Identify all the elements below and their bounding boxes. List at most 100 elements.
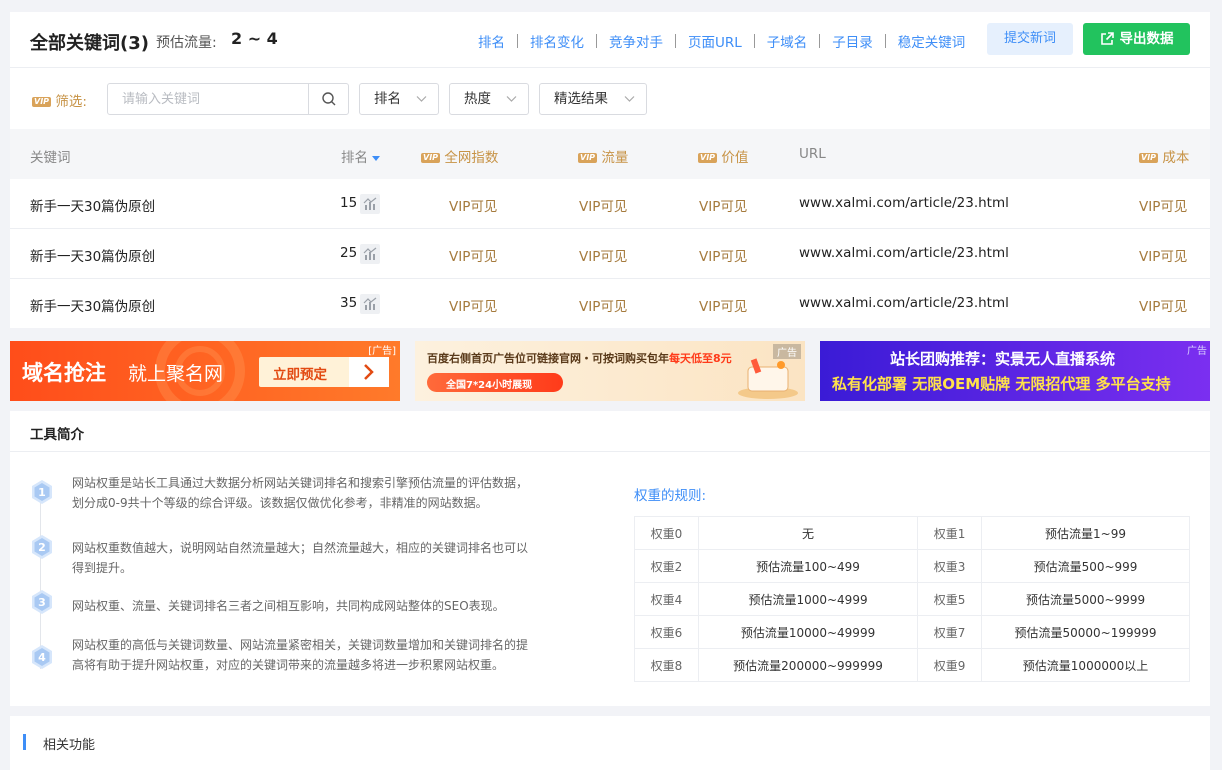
ad-text-b: 就上聚名网 <box>128 363 224 385</box>
svg-text:4: 4 <box>38 651 46 664</box>
col-cost: VIP 成本 <box>1139 150 1190 166</box>
ad-tag: 广告 <box>773 344 801 359</box>
ad-cta-button[interactable]: 立即预定 <box>259 357 389 387</box>
export-icon <box>1100 32 1114 45</box>
cost-cell: VIP可见 <box>1139 249 1188 265</box>
keyword-search <box>107 83 349 115</box>
table-header: 关键词 排名 VIP 全网指数 VIP 流量 VIP 价值 URL VIP 成本 <box>10 129 1210 179</box>
keyword-cell[interactable]: 新手一天30篇伪原创 <box>30 245 155 265</box>
rules-row: 权重0 无权重1 预估流量1~99 <box>634 516 1190 550</box>
ad-tag: [广告] <box>368 346 396 357</box>
rank-trend-icon[interactable] <box>360 294 380 314</box>
tab-rank[interactable]: 排名 <box>478 31 505 51</box>
divider <box>10 451 1210 452</box>
keywords-panel: 全部关键词(3) 预估流量: 2 ~ 4 排名 排名变化 竞争对手 页面URL … <box>10 12 1210 328</box>
tab-rank-change[interactable]: 排名变化 <box>530 31 584 51</box>
sort-down-icon <box>372 156 381 161</box>
keyword-cell[interactable]: 新手一天30篇伪原创 <box>30 295 155 315</box>
index-cell: VIP可见 <box>449 199 498 215</box>
svg-text:2: 2 <box>38 541 46 554</box>
rules-row: 权重8 预估流量200000~999999 权重9 预估流量1000000以上 <box>634 648 1190 682</box>
rank-dropdown[interactable]: 排名 <box>359 83 439 115</box>
svg-text:1: 1 <box>38 486 46 499</box>
chevron-down-icon <box>416 96 427 102</box>
divider <box>753 34 755 48</box>
col-index: VIP 全网指数 <box>421 150 499 166</box>
ad-banner-domain[interactable]: 域名抢注 就上聚名网 立即预定 [广告] <box>10 341 400 401</box>
search-icon <box>321 92 335 106</box>
filter-bar: VIP 筛选: 排名 热度 精选结果 <box>10 69 1210 129</box>
tool-intro-panel: 工具简介 1 网站权重是站长工具通过大数据分析网站关键词排名和搜索引擎预估流量的… <box>10 411 1210 706</box>
value-cell: VIP可见 <box>699 199 748 215</box>
ad-banner-live[interactable]: 站长团购推荐：实景无人直播系统 私有化部署 无限OEM贴牌 无限招代理 多平台支… <box>820 341 1210 401</box>
section-title: 工具简介 <box>30 427 84 443</box>
col-keyword: 关键词 <box>30 150 71 166</box>
rank-trend-icon[interactable] <box>360 194 380 214</box>
flow-label: 预估流量: <box>156 35 217 51</box>
rules-row: 权重6 预估流量10000~49999 权重7 预估流量50000~199999 <box>634 615 1190 649</box>
step-2-text: 网站权重数值越大，说明网站自然流量越大；自然流量越大，相应的关键词排名也可以得到… <box>72 541 529 575</box>
table-row: 新手一天30篇伪原创 15 VIP可见 VIP可见 VIP可见 www.xalm… <box>10 179 1210 229</box>
col-rank[interactable]: 排名 <box>341 146 381 166</box>
traffic-cell: VIP可见 <box>579 249 628 265</box>
url-cell[interactable]: www.xalmi.com/article/23.html <box>799 245 1009 261</box>
col-traffic: VIP 流量 <box>578 150 629 166</box>
search-button[interactable] <box>308 84 348 114</box>
step-4-text: 网站权重的高低与关键词数量、网站流量紧密相关，关键词数量增加和关键词排名的提高将… <box>72 638 529 672</box>
divider <box>675 34 676 48</box>
tab-subdomain[interactable]: 子域名 <box>767 31 808 51</box>
submit-keyword-button[interactable]: 提交新词 <box>987 23 1073 55</box>
divider <box>819 34 821 48</box>
filter-label: VIP 筛选: <box>32 94 87 110</box>
svg-text:3: 3 <box>38 596 46 609</box>
step-2-icon: 2 <box>32 535 52 559</box>
page-title: 全部关键词(3) <box>30 33 149 54</box>
tab-competitors[interactable]: 竞争对手 <box>609 31 663 51</box>
related-title: 相关功能 <box>43 738 96 753</box>
keywords-header: 全部关键词(3) 预估流量: 2 ~ 4 排名 排名变化 竞争对手 页面URL … <box>10 12 1210 68</box>
rules-row: 权重2 预估流量100~499 权重3 预估流量500~999 <box>634 549 1190 583</box>
keyword-cell[interactable]: 新手一天30篇伪原创 <box>30 195 155 215</box>
cost-cell: VIP可见 <box>1139 299 1188 315</box>
rules-title: 权重的规则: <box>634 488 707 504</box>
divider <box>884 34 886 48</box>
tab-page-url[interactable]: 页面URL <box>688 31 742 51</box>
traffic-cell: VIP可见 <box>579 199 628 215</box>
col-url: URL <box>799 146 826 162</box>
export-data-label: 导出数据 <box>1119 31 1174 47</box>
heat-dropdown[interactable]: 热度 <box>449 83 529 115</box>
url-cell[interactable]: www.xalmi.com/article/23.html <box>799 195 1009 211</box>
rank-trend-icon[interactable] <box>360 244 380 264</box>
step-1-icon: 1 <box>32 480 52 504</box>
cost-cell: VIP可见 <box>1139 199 1188 215</box>
url-cell[interactable]: www.xalmi.com/article/23.html <box>799 295 1009 311</box>
step-4-icon: 4 <box>32 645 52 669</box>
vip-badge: VIP <box>578 153 598 163</box>
export-data-button[interactable]: 导出数据 <box>1083 23 1190 55</box>
index-cell: VIP可见 <box>449 249 498 265</box>
rules-table: 权重0 无权重1 预估流量1~99 权重2 预估流量100~499 权重3 预估流量500… <box>634 516 1190 682</box>
featured-results-dropdown[interactable]: 精选结果 <box>539 83 647 115</box>
ad-pill: 全国7*24小时展现 <box>427 373 563 392</box>
tab-subdirectory[interactable]: 子目录 <box>832 31 873 51</box>
traffic-cell: VIP可见 <box>579 299 628 315</box>
vip-badge: VIP <box>698 153 718 163</box>
ad-banner-baidu[interactable]: 百度右侧首页广告位可链接官网・可按词购买包年每天低至8元 全国7*24小时展现 … <box>415 341 805 401</box>
step-3-icon: 3 <box>32 590 52 614</box>
index-cell: VIP可见 <box>449 299 498 315</box>
header-tabs: 排名 排名变化 竞争对手 页面URL 子域名 子目录 稳定关键词 <box>478 31 965 51</box>
step-1-text: 网站权重是站长工具通过大数据分析网站关键词排名和搜索引擎预估流量的评估数据，划分… <box>72 476 529 510</box>
flow-value: 2 ~ 4 <box>231 29 278 48</box>
value-cell: VIP可见 <box>699 249 748 265</box>
related-panel: 相关功能 <box>10 716 1210 770</box>
vip-badge: VIP <box>421 153 441 163</box>
arrow-right-icon <box>349 357 389 387</box>
value-cell: VIP可见 <box>699 299 748 315</box>
ad-tag: 广告 <box>1187 346 1207 357</box>
step-3-text: 网站权重、流量、关键词排名三者之间相互影响，共同构成网站整体的SEO表现。 <box>72 599 505 613</box>
tab-stable-keywords[interactable]: 稳定关键词 <box>898 31 966 51</box>
keyword-search-input[interactable] <box>108 84 308 114</box>
rank-cell: 35 <box>340 295 358 311</box>
vip-badge: VIP <box>32 97 52 107</box>
table-row: 新手一天30篇伪原创 35 VIP可见 VIP可见 VIP可见 www.xalm… <box>10 279 1210 329</box>
